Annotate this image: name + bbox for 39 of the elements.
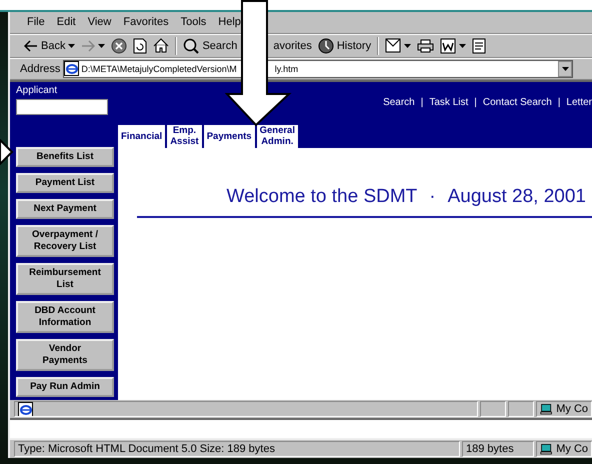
- header-link[interactable]: Letter: [566, 96, 592, 108]
- menu-item[interactable]: Help: [215, 16, 244, 28]
- menu-item[interactable]: Edit: [54, 16, 79, 28]
- applicant-label: Applicant: [16, 84, 58, 97]
- menu-item[interactable]: Favorites: [120, 16, 172, 28]
- sidebar-button[interactable]: Payment List: [16, 172, 114, 193]
- header-link[interactable]: Search: [383, 96, 415, 108]
- status-text: Type: Microsoft HTML Document 5.0 Size: 189 bytes: [14, 440, 460, 457]
- sidebar-button[interactable]: Reimbursement List: [16, 262, 114, 295]
- zone-label: My Co: [556, 403, 588, 416]
- sidebar-button[interactable]: DBD Account Information: [16, 300, 114, 333]
- address-field[interactable]: D:\META\MetajulyCompletedVersion\M ly.htm: [63, 60, 573, 78]
- back-button[interactable]: Back: [24, 40, 76, 52]
- tab[interactable]: General Admin.: [256, 124, 298, 148]
- header-link[interactable]: Contact Search: [482, 96, 552, 108]
- search-button[interactable]: Search: [183, 38, 238, 54]
- history-button[interactable]: History: [318, 38, 372, 54]
- heading-separator: ·: [429, 186, 436, 208]
- size-text: 189 bytes: [462, 440, 534, 457]
- menu-item[interactable]: File: [24, 16, 48, 28]
- tab[interactable]: Emp. Assist: [167, 124, 202, 148]
- menu-item[interactable]: Tools: [178, 16, 210, 28]
- link-separator: |: [474, 96, 477, 108]
- link-separator: |: [420, 96, 424, 108]
- welcome-heading: Welcome to the SDMT: [226, 186, 418, 208]
- date-heading: August 28, 2001: [448, 186, 586, 208]
- tab[interactable]: Payments: [204, 124, 255, 148]
- header-link[interactable]: Task List: [429, 96, 468, 108]
- sidebar-button[interactable]: Vendor Payments: [16, 338, 114, 371]
- menu-item[interactable]: View: [84, 16, 114, 28]
- tab[interactable]: Financial: [118, 124, 166, 148]
- sidebar-button[interactable]: Pay Run Admin: [16, 376, 114, 397]
- address-label: Address: [20, 62, 60, 75]
- sidebar-button[interactable]: Next Payment: [16, 198, 114, 219]
- link-separator: |: [558, 96, 560, 108]
- sidebar-button[interactable]: Benefits List: [16, 146, 114, 167]
- favorites-button[interactable]: avorites: [273, 40, 312, 52]
- zone-label: My Co: [556, 442, 588, 455]
- sidebar-button[interactable]: Overpayment / Recovery List: [16, 224, 114, 257]
